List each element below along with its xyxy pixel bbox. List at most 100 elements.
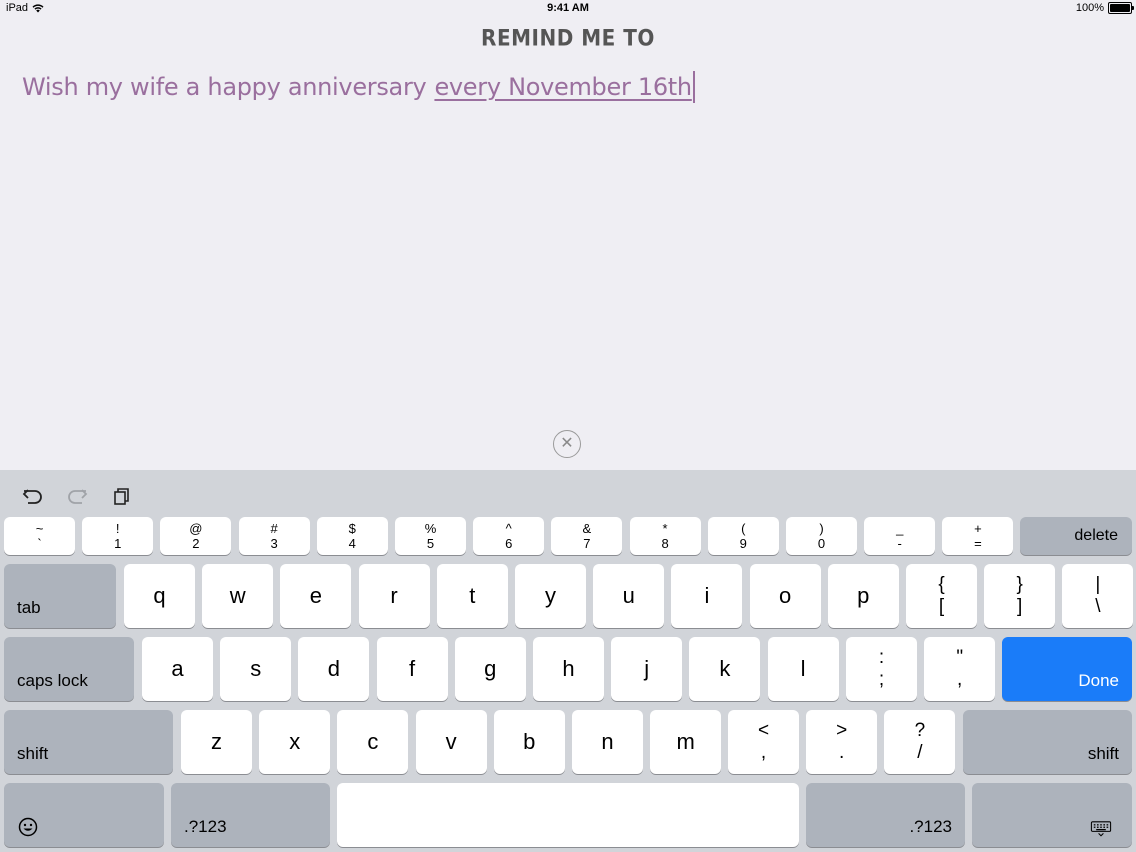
number-key-labels: $4 xyxy=(349,521,356,551)
letter-key-t[interactable]: t xyxy=(436,564,508,628)
letter-key-y[interactable]: y xyxy=(515,564,586,628)
symbol-key-shift-char: > xyxy=(836,720,848,741)
undo-icon[interactable] xyxy=(22,486,44,506)
number-key[interactable]: $4 xyxy=(316,517,388,555)
letter-key-d[interactable]: d xyxy=(298,637,370,701)
letter-key-u[interactable]: u xyxy=(593,564,665,628)
number-key[interactable]: & 7 xyxy=(551,517,623,555)
number-key-char: 3 xyxy=(270,536,278,551)
number-key-char: ` xyxy=(37,536,42,551)
symbol-key[interactable]: ? / xyxy=(884,710,956,774)
shift-label: shift xyxy=(1087,744,1119,763)
letter-key-m[interactable]: m xyxy=(650,710,722,774)
number-key[interactable]: @2 xyxy=(160,517,232,555)
letter-key-e[interactable]: e xyxy=(280,564,352,628)
dismiss-keyboard-key[interactable] xyxy=(972,783,1132,847)
letter-key-p[interactable]: p xyxy=(827,564,899,628)
number-key[interactable]: ^ 6 xyxy=(473,517,545,555)
letter-key-j[interactable]: j xyxy=(611,637,683,701)
clear-button[interactable]: ✕ xyxy=(553,430,581,458)
letter-key-n[interactable]: n xyxy=(572,710,643,774)
caps-lock-key[interactable]: caps lock xyxy=(4,637,134,701)
number-key-char: 2 xyxy=(192,536,200,551)
symbol-key[interactable]: <, xyxy=(728,710,799,774)
battery-percent: 100% xyxy=(1075,2,1104,14)
letter-key-z[interactable]: z xyxy=(181,710,252,774)
numbers-key-right[interactable]: .?123 xyxy=(806,783,965,847)
symbol-key[interactable]: :; xyxy=(846,637,917,701)
numbers-label: .?123 xyxy=(909,817,952,836)
letter-key-l[interactable]: l xyxy=(767,637,839,701)
number-key[interactable]: % 5 xyxy=(395,517,466,555)
letter-key-e-label: e xyxy=(309,583,323,608)
letter-key-g[interactable]: g xyxy=(454,637,526,701)
number-key-labels: @2 xyxy=(189,521,202,551)
number-key-shift-char: @ xyxy=(189,521,203,536)
number-key[interactable]: _ - xyxy=(864,517,936,555)
number-key[interactable]: ~ ` xyxy=(4,517,75,555)
number-key[interactable]: #3 xyxy=(238,517,310,555)
done-key[interactable]: Done xyxy=(1002,637,1132,701)
number-key[interactable]: + = xyxy=(942,517,1014,555)
symbol-key[interactable]: ", xyxy=(924,637,996,701)
number-key-labels: ! 1 xyxy=(114,521,121,551)
symbol-key-char: , xyxy=(760,742,767,763)
numbers-key-left[interactable]: .?123 xyxy=(171,783,330,847)
symbol-key-char: ] xyxy=(1017,596,1023,617)
letter-key-z-label: z xyxy=(211,729,222,754)
number-key[interactable]: ! 1 xyxy=(82,517,154,555)
redo-icon[interactable] xyxy=(66,486,88,506)
symbol-key[interactable]: >. xyxy=(806,710,878,774)
number-key-shift-char: ( xyxy=(741,521,746,536)
letter-key-q[interactable]: q xyxy=(124,564,195,628)
letter-key-s[interactable]: s xyxy=(220,637,292,701)
reminder-date-highlight[interactable]: every November 16th xyxy=(434,73,692,101)
symbol-key-char: ; xyxy=(878,669,885,690)
tab-key[interactable]: tab xyxy=(4,564,116,628)
letter-key-k[interactable]: k xyxy=(689,637,761,701)
emoji-key[interactable] xyxy=(4,783,164,847)
symbol-key[interactable]: {[ xyxy=(906,564,977,628)
symbol-key-shift-char: < xyxy=(757,720,770,741)
symbol-key-shift-char: } xyxy=(1016,574,1023,595)
symbol-key[interactable]: }] xyxy=(984,564,1056,628)
symbol-key-char: [ xyxy=(938,596,945,617)
symbol-key-char: / xyxy=(917,742,923,763)
letter-key-r[interactable]: r xyxy=(358,564,430,628)
number-key-char: - xyxy=(897,536,902,551)
letter-key-c[interactable]: c xyxy=(337,710,409,774)
status-bar: iPad 9:41 AM 100% xyxy=(0,0,1136,18)
space-key[interactable] xyxy=(337,783,799,847)
letter-key-v[interactable]: v xyxy=(415,710,487,774)
letter-key-x[interactable]: x xyxy=(259,710,331,774)
letter-key-b[interactable]: b xyxy=(493,710,565,774)
letter-key-f[interactable]: f xyxy=(376,637,448,701)
keyboard-dismiss-icon xyxy=(1090,821,1112,837)
paste-icon[interactable] xyxy=(112,486,132,506)
letter-key-i[interactable]: i xyxy=(671,564,743,628)
number-key-shift-char: % xyxy=(424,521,437,536)
number-key-labels: % 5 xyxy=(425,521,437,551)
symbol-key[interactable]: | \ xyxy=(1062,564,1134,628)
shift-key-left[interactable]: shift xyxy=(4,710,173,774)
number-key[interactable]: * 8 xyxy=(629,517,701,555)
letter-key-w-label: w xyxy=(229,583,246,608)
letter-key-q-label: q xyxy=(153,583,166,608)
reminder-input[interactable]: Wish my wife a happy anniversary every N… xyxy=(22,70,695,104)
number-key[interactable]: (9 xyxy=(707,517,779,555)
letter-key-a[interactable]: a xyxy=(142,637,213,701)
letter-key-s-label: s xyxy=(250,656,262,681)
symbol-key-char: , xyxy=(957,669,963,690)
symbol-key-shift-char: | xyxy=(1095,574,1101,595)
shift-key-right[interactable]: shift xyxy=(963,710,1132,774)
delete-key[interactable]: delete xyxy=(1020,517,1132,555)
letter-key-p-label: p xyxy=(857,583,870,608)
symbol-key-char: \ xyxy=(1095,596,1101,617)
status-right: 100% xyxy=(1075,2,1134,14)
symbol-key-labels: >. xyxy=(836,720,847,764)
number-key[interactable]: ) 0 xyxy=(786,517,857,555)
letter-key-h[interactable]: h xyxy=(533,637,604,701)
number-key-char: 1 xyxy=(114,536,122,551)
letter-key-w[interactable]: w xyxy=(202,564,274,628)
letter-key-o[interactable]: o xyxy=(749,564,821,628)
